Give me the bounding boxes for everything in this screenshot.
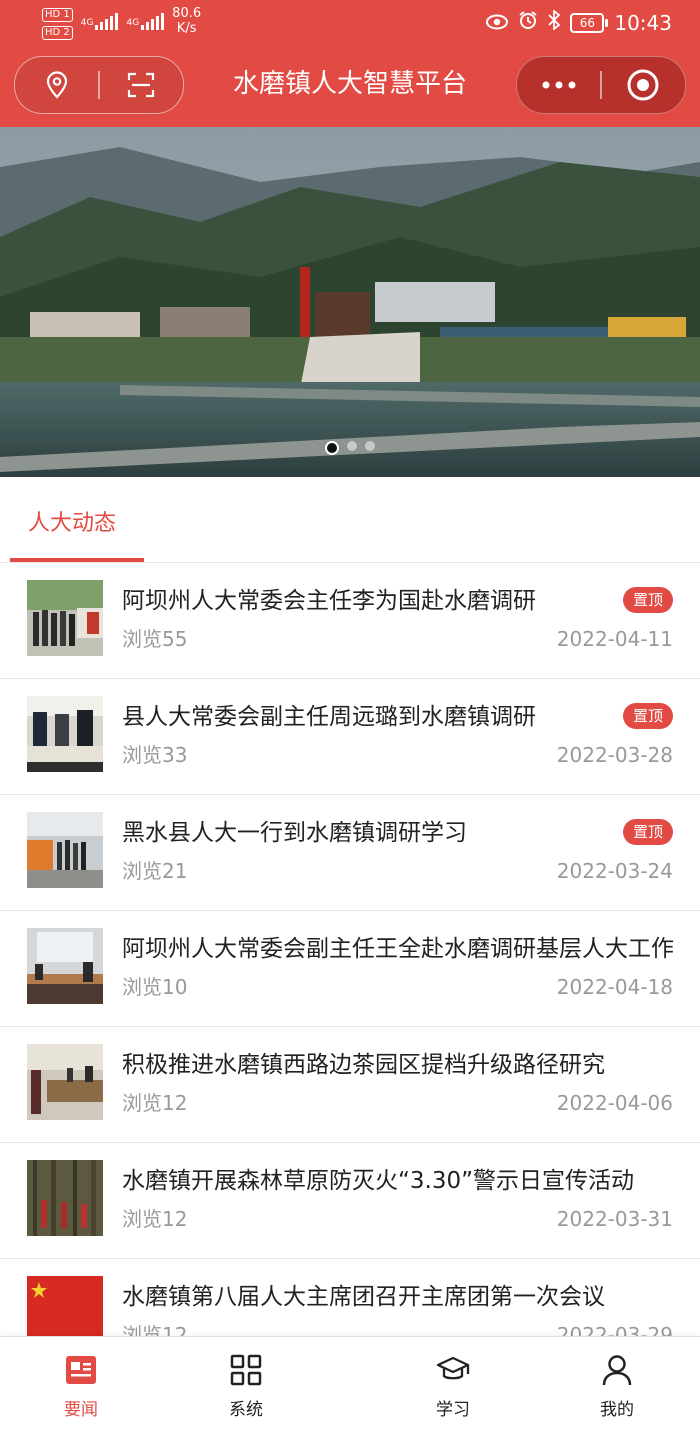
network-speed: 80.6 bbox=[172, 6, 202, 21]
carousel-dot[interactable] bbox=[347, 441, 357, 451]
system-indicators: 66 10:43 bbox=[486, 9, 672, 35]
hd2-badge: HD 2 bbox=[42, 26, 73, 40]
nav-label: 我的 bbox=[600, 1400, 634, 1420]
close-miniprogram-button[interactable] bbox=[602, 57, 685, 113]
view-count: 浏览55 bbox=[122, 627, 188, 651]
publish-date: 2022-03-31 bbox=[556, 1207, 673, 1231]
battery-icon: 66 bbox=[570, 12, 609, 33]
publish-date: 2022-04-11 bbox=[556, 627, 673, 651]
nav-mine[interactable]: 我的 bbox=[557, 1337, 677, 1430]
hd1-badge: HD 1 bbox=[42, 8, 73, 22]
view-count: 浏览12 bbox=[122, 1207, 188, 1231]
signal1-bars-icon bbox=[95, 12, 119, 30]
page-title: 水磨镇人大智慧平台 bbox=[232, 69, 467, 99]
view-count: 浏览21 bbox=[122, 859, 188, 883]
news-icon bbox=[66, 1356, 96, 1384]
nav-label: 学习 bbox=[436, 1400, 470, 1420]
carousel-dot-active[interactable] bbox=[325, 441, 339, 455]
publish-date: 2022-04-06 bbox=[556, 1091, 673, 1115]
view-count: 浏览33 bbox=[122, 743, 188, 767]
news-list: 阿坝州人大常委会主任李为国赴水磨调研 置顶 浏览55 2022-04-11 县人… bbox=[0, 562, 700, 1336]
network-indicators: HD 1 HD 2 4G 4G 80.6 K/s bbox=[42, 6, 201, 42]
more-button[interactable] bbox=[517, 57, 600, 113]
news-thumbnail bbox=[27, 1160, 103, 1236]
news-thumbnail bbox=[27, 928, 103, 1004]
publish-date: 2022-03-29 bbox=[556, 1323, 673, 1336]
header-right-capsule bbox=[516, 56, 686, 114]
pinned-badge: 置顶 bbox=[622, 587, 673, 613]
network-speed-unit: K/s bbox=[176, 21, 197, 36]
nav-label: 要闻 bbox=[64, 1400, 98, 1420]
news-item[interactable]: 水磨镇第八届人大主席团召开主席团第一次会议 浏览12 2022-03-29 bbox=[0, 1258, 700, 1336]
news-title: 阿坝州人大常委会主任李为国赴水磨调研 bbox=[122, 588, 536, 614]
signal2-bars-icon bbox=[141, 12, 165, 30]
view-count: 浏览12 bbox=[122, 1091, 188, 1115]
news-title: 黑水县人大一行到水磨镇调研学习 bbox=[122, 820, 467, 846]
news-thumbnail bbox=[27, 580, 103, 656]
news-item[interactable]: 水磨镇开展森林草原防灭火“3.30”警示日宣传活动 浏览12 2022-03-3… bbox=[0, 1142, 700, 1259]
nav-news[interactable]: 要闻 bbox=[21, 1337, 141, 1430]
person-icon bbox=[602, 1355, 632, 1386]
clock: 10:43 bbox=[614, 10, 672, 35]
bottom-navigation: 要闻 系统 学习 我的 bbox=[0, 1336, 700, 1430]
location-pin-icon bbox=[46, 71, 67, 99]
nav-label: 系统 bbox=[229, 1400, 263, 1420]
category-tabs: 人大动态 bbox=[0, 477, 700, 563]
news-thumbnail bbox=[27, 696, 103, 772]
view-count: 浏览10 bbox=[122, 975, 188, 999]
grid-icon bbox=[230, 1354, 262, 1386]
graduation-cap-icon bbox=[436, 1356, 470, 1380]
news-title: 县人大常委会副主任周远璐到水磨镇调研 bbox=[122, 704, 536, 730]
location-button[interactable] bbox=[15, 57, 98, 113]
header-left-capsule bbox=[14, 56, 184, 114]
news-title: 积极推进水磨镇西路边茶园区提档升级路径研究 bbox=[122, 1052, 605, 1078]
more-dots-icon bbox=[542, 81, 576, 89]
status-bar: HD 1 HD 2 4G 4G 80.6 K/s 66 10:43 bbox=[0, 0, 700, 46]
news-thumbnail bbox=[27, 1044, 103, 1120]
news-title: 水磨镇第八届人大主席团召开主席团第一次会议 bbox=[122, 1284, 605, 1310]
scan-icon bbox=[128, 72, 155, 98]
tab-label: 人大动态 bbox=[28, 511, 117, 536]
news-thumbnail bbox=[27, 1276, 103, 1336]
news-item[interactable]: 阿坝州人大常委会主任李为国赴水磨调研 置顶 浏览55 2022-04-11 bbox=[0, 562, 700, 679]
news-item[interactable]: 黑水县人大一行到水磨镇调研学习 置顶 浏览21 2022-03-24 bbox=[0, 794, 700, 911]
news-title: 水磨镇开展森林草原防灭火“3.30”警示日宣传活动 bbox=[122, 1168, 635, 1194]
nav-study[interactable]: 学习 bbox=[393, 1337, 513, 1430]
record-target-icon bbox=[627, 69, 659, 101]
pinned-badge: 置顶 bbox=[622, 703, 673, 729]
publish-date: 2022-03-28 bbox=[556, 743, 673, 767]
news-item[interactable]: 积极推进水磨镇西路边茶园区提档升级路径研究 浏览12 2022-04-06 bbox=[0, 1026, 700, 1143]
signal1-label: 4G bbox=[80, 18, 94, 28]
carousel-indicator bbox=[0, 441, 700, 455]
banner-landscape-image bbox=[0, 127, 700, 477]
bluetooth-icon bbox=[548, 9, 561, 35]
tab-renda-dongtai[interactable]: 人大动态 bbox=[10, 477, 144, 562]
news-thumbnail bbox=[27, 812, 103, 888]
carousel-dot[interactable] bbox=[365, 441, 375, 451]
nav-system[interactable]: 系统 bbox=[186, 1337, 306, 1430]
pinned-badge: 置顶 bbox=[622, 819, 673, 845]
publish-date: 2022-03-24 bbox=[556, 859, 673, 883]
scan-button[interactable] bbox=[100, 57, 183, 113]
eye-icon bbox=[486, 11, 509, 35]
app-header: HD 1 HD 2 4G 4G 80.6 K/s 66 10:43 水磨镇人大智… bbox=[0, 0, 700, 127]
alarm-icon bbox=[518, 10, 538, 35]
view-count: 浏览12 bbox=[122, 1323, 188, 1336]
banner-carousel[interactable] bbox=[0, 127, 700, 477]
news-item[interactable]: 阿坝州人大常委会副主任王全赴水磨调研基层人大工作 浏览10 2022-04-18 bbox=[0, 910, 700, 1027]
news-title: 阿坝州人大常委会副主任王全赴水磨调研基层人大工作 bbox=[122, 936, 674, 962]
publish-date: 2022-04-18 bbox=[556, 975, 673, 999]
news-item[interactable]: 县人大常委会副主任周远璐到水磨镇调研 置顶 浏览33 2022-03-28 bbox=[0, 678, 700, 795]
signal2-label: 4G bbox=[126, 18, 140, 28]
